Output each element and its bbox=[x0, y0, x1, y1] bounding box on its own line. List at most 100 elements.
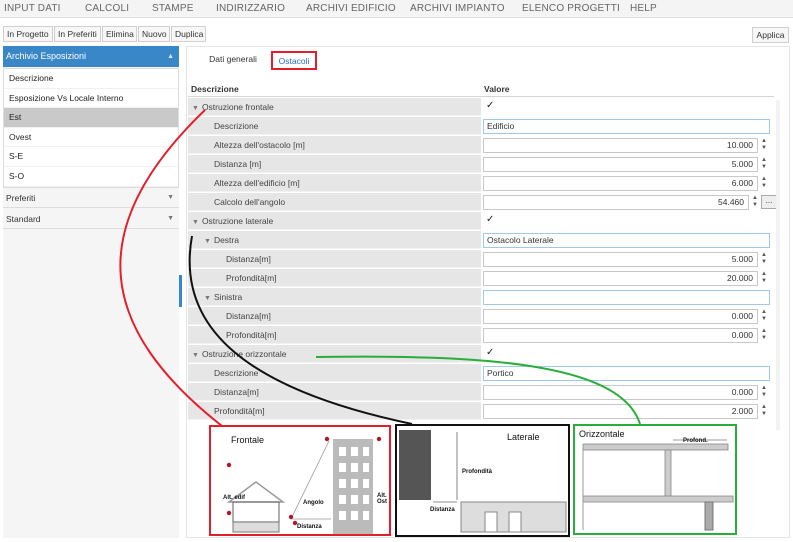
table-row[interactable]: Profondità[m] 2.000 ▲ ▼ bbox=[188, 402, 774, 420]
spinner-icon[interactable]: ▲ ▼ bbox=[760, 157, 768, 172]
numeric-value-field[interactable]: 54.460 bbox=[483, 195, 749, 210]
menu-help[interactable]: HELP bbox=[630, 3, 657, 14]
table-row[interactable]: ▼ Ostruzione frontale ✓ bbox=[188, 98, 774, 116]
property-grid: Descrizione Valore ▼ Ostruzione frontale ✓… bbox=[188, 80, 777, 440]
in-preferiti-button[interactable]: In Preferiti bbox=[54, 26, 101, 42]
text-value-field[interactable]: Portico bbox=[483, 366, 770, 381]
table-row[interactable]: Distanza[m] 5.000 ▲ ▼ bbox=[188, 250, 774, 268]
table-row[interactable]: Distanza[m] 0.000 ▲ ▼ bbox=[188, 307, 774, 325]
elimina-button[interactable]: Elimina bbox=[102, 26, 137, 42]
spinner-icon[interactable]: ▲ ▼ bbox=[760, 252, 768, 267]
table-row[interactable]: ▼ Destra Ostacolo Laterale bbox=[188, 231, 774, 249]
menu-elenco-progetti[interactable]: ELENCO PROGETTI bbox=[522, 3, 620, 14]
property-label-cell: Distanza[m] bbox=[188, 307, 481, 325]
check-icon[interactable]: ✓ bbox=[486, 101, 496, 111]
spinner-icon[interactable]: ▲ ▼ bbox=[760, 385, 768, 400]
spinner-icon[interactable]: ▲ ▼ bbox=[760, 328, 768, 343]
numeric-value-field[interactable]: 0.000 bbox=[483, 328, 758, 343]
menu-stampe[interactable]: STAMPE bbox=[152, 3, 194, 14]
list-item[interactable]: Descrizione bbox=[4, 69, 178, 89]
duplica-button[interactable]: Duplica bbox=[171, 26, 206, 42]
property-label: Distanza[m] bbox=[226, 254, 271, 264]
nuovo-button[interactable]: Nuovo bbox=[138, 26, 170, 42]
spinner-icon[interactable]: ▲ ▼ bbox=[760, 176, 768, 191]
menu-indirizzario[interactable]: INDIRIZZARIO bbox=[216, 3, 285, 14]
text-value-field[interactable]: Edificio bbox=[483, 119, 770, 134]
expand-arrow-icon[interactable]: ▼ bbox=[204, 238, 211, 245]
text-value-field[interactable] bbox=[483, 290, 770, 305]
distanza-label: Distanza bbox=[297, 524, 322, 530]
vertical-scrollbar[interactable] bbox=[776, 100, 780, 430]
orizzontale-illustration bbox=[582, 439, 734, 531]
spinner-icon[interactable]: ▲ ▼ bbox=[760, 404, 768, 419]
spinner-icon[interactable]: ▲ ▼ bbox=[760, 138, 768, 153]
table-row[interactable]: Distanza [m] 5.000 ▲ ▼ bbox=[188, 155, 774, 173]
property-value-cell: 54.460 ▲ ▼... bbox=[483, 193, 777, 211]
table-row[interactable]: Profondità[m] 20.000 ▲ ▼ bbox=[188, 269, 774, 287]
check-icon[interactable]: ✓ bbox=[486, 215, 496, 225]
numeric-value-field[interactable]: 0.000 bbox=[483, 309, 758, 324]
menu-archivi-impianto[interactable]: ARCHIVI IMPIANTO bbox=[410, 3, 505, 14]
calc-angle-button[interactable]: ... bbox=[761, 195, 777, 209]
spinner-icon[interactable]: ▲ ▼ bbox=[751, 195, 759, 210]
tab-ostacoli[interactable]: Ostacoli bbox=[271, 51, 317, 70]
numeric-value-field[interactable]: 6.000 bbox=[483, 176, 758, 191]
table-row[interactable]: Altezza dell'ostacolo [m] 10.000 ▲ ▼ bbox=[188, 136, 774, 154]
spinner-icon[interactable]: ▲ ▼ bbox=[760, 309, 768, 324]
expand-arrow-icon[interactable]: ▼ bbox=[192, 352, 199, 359]
col-valore: Valore bbox=[484, 84, 510, 94]
numeric-value-field[interactable]: 0.000 bbox=[483, 385, 758, 400]
property-label-cell: ▼ Ostruzione frontale bbox=[188, 98, 481, 116]
profond-label: Profond. bbox=[683, 438, 708, 444]
list-item[interactable]: S-E bbox=[4, 147, 178, 167]
splitter-handle[interactable] bbox=[179, 275, 182, 307]
property-value-cell: Ostacolo Laterale bbox=[483, 231, 774, 249]
table-row[interactable]: Profondità[m] 0.000 ▲ ▼ bbox=[188, 326, 774, 344]
preferiti-section[interactable]: Preferiti ▼ bbox=[3, 188, 179, 208]
applica-button[interactable]: Applica bbox=[752, 27, 789, 43]
numeric-value-field[interactable]: 20.000 bbox=[483, 271, 758, 286]
chevron-down-icon: ▼ bbox=[167, 194, 174, 201]
property-label-cell: Distanza [m] bbox=[188, 155, 481, 173]
numeric-value-field[interactable]: 2.000 bbox=[483, 404, 758, 419]
tab-dati-generali[interactable]: Dati generali bbox=[203, 51, 263, 70]
angolo-label: Angolo bbox=[303, 500, 324, 506]
property-label: Ostruzione laterale bbox=[201, 216, 274, 226]
in-progetto-button[interactable]: In Progetto bbox=[3, 26, 53, 42]
archivio-esposizioni-header[interactable]: Archivio Esposizioni ▲ bbox=[3, 46, 179, 67]
numeric-value-field[interactable]: 5.000 bbox=[483, 157, 758, 172]
table-row[interactable]: Altezza dell'edificio [m] 6.000 ▲ ▼ bbox=[188, 174, 774, 192]
property-label: Sinistra bbox=[213, 292, 243, 302]
table-row[interactable]: Descrizione Edificio bbox=[188, 117, 774, 135]
chevron-up-icon: ▲ bbox=[167, 53, 174, 60]
property-label: Descrizione bbox=[214, 121, 259, 131]
table-row[interactable]: ▼ Ostruzione laterale ✓ bbox=[188, 212, 774, 230]
table-row[interactable]: Descrizione Portico bbox=[188, 364, 774, 382]
list-item-selected[interactable]: Est bbox=[4, 108, 178, 128]
property-label-cell: ▼ Ostruzione laterale bbox=[188, 212, 481, 230]
list-item[interactable]: Ovest bbox=[4, 128, 178, 148]
check-icon[interactable]: ✓ bbox=[486, 348, 496, 358]
expand-arrow-icon[interactable]: ▼ bbox=[192, 105, 199, 112]
table-row[interactable]: Distanza[m] 0.000 ▲ ▼ bbox=[188, 383, 774, 401]
table-row[interactable]: ▼ Ostruzione orizzontale ✓ bbox=[188, 345, 774, 363]
property-value-cell: 2.000 ▲ ▼ bbox=[483, 402, 774, 420]
menu-input-dati[interactable]: INPUT DATI bbox=[4, 3, 61, 14]
menu-calcoli[interactable]: CALCOLI bbox=[85, 3, 129, 14]
property-label: Destra bbox=[213, 235, 239, 245]
expand-arrow-icon[interactable]: ▼ bbox=[204, 295, 211, 302]
orizzontale-diagram: Orizzontale Profond. bbox=[573, 424, 737, 535]
property-value-cell: 20.000 ▲ ▼ bbox=[483, 269, 774, 287]
menu-archivi-edificio[interactable]: ARCHIVI EDIFICIO bbox=[306, 3, 396, 14]
table-row[interactable]: ▼ Sinistra bbox=[188, 288, 774, 306]
list-item[interactable]: Esposizione Vs Locale Interno bbox=[4, 89, 178, 109]
standard-section[interactable]: Standard ▼ bbox=[3, 209, 179, 229]
numeric-value-field[interactable]: 10.000 bbox=[483, 138, 758, 153]
spinner-icon[interactable]: ▲ ▼ bbox=[760, 271, 768, 286]
table-row[interactable]: Calcolo dell'angolo 54.460 ▲ ▼... bbox=[188, 193, 777, 211]
numeric-value-field[interactable]: 5.000 bbox=[483, 252, 758, 267]
text-value-field[interactable]: Ostacolo Laterale bbox=[483, 233, 770, 248]
laterale-illustration bbox=[399, 430, 567, 533]
list-item[interactable]: S-O bbox=[4, 167, 178, 187]
expand-arrow-icon[interactable]: ▼ bbox=[192, 219, 199, 226]
